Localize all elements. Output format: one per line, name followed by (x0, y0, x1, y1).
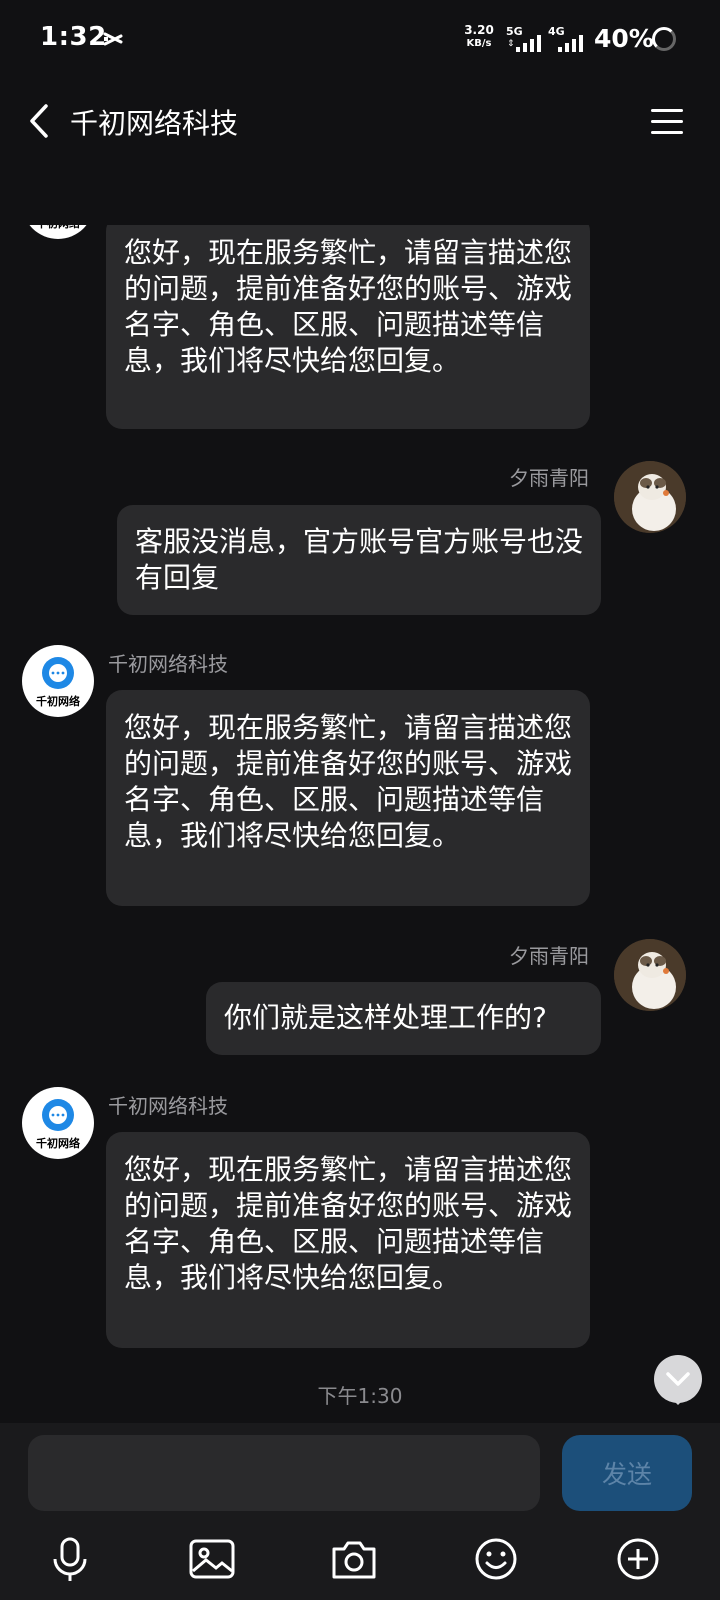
user-message-bubble[interactable]: 客服没消息，官方账号官方账号也没有回复 (117, 505, 601, 615)
cat-photo-avatar-icon (614, 939, 686, 1011)
image-icon[interactable] (184, 1533, 240, 1585)
scroll-button-tail (670, 1397, 686, 1405)
logo-text: 千初网络 (36, 1136, 80, 1150)
send-button[interactable]: 发送 (562, 1435, 692, 1511)
message-input[interactable] (28, 1435, 540, 1511)
network-speed-value: 3.20 (464, 23, 494, 37)
company-logo-icon: 千初网络 (36, 657, 80, 708)
user-sender-name: 夕雨青阳 (509, 466, 589, 490)
battery-icon (652, 27, 676, 51)
company-logo-icon: 千初网络 (36, 1099, 80, 1150)
status-bar: 1:32 3.20 KB/s 5G ⇕ 4G 40% (0, 0, 720, 78)
microphone-icon[interactable] (42, 1533, 98, 1585)
chat-header: 千初网络科技 (0, 80, 720, 162)
chevron-left-icon[interactable] (22, 98, 62, 144)
cat-photo-avatar-icon (614, 461, 686, 533)
data-arrows-icon: ⇕ (507, 39, 515, 49)
emoji-icon[interactable] (468, 1533, 524, 1585)
plus-circle-icon[interactable] (610, 1533, 666, 1585)
agent-sender-name: 千初网络科技 (108, 652, 228, 676)
status-time: 1:32 (40, 22, 107, 52)
capcut-notification-icon (103, 32, 123, 46)
network-speed: 3.20 KB/s (462, 24, 496, 50)
chat-title: 千初网络科技 (70, 107, 239, 140)
hamburger-menu-icon[interactable] (648, 104, 686, 138)
message-list[interactable]: 千初网络 您好，现在服务繁忙，请留言描述您的问题，提前准备好您的账号、游戏名字、… (0, 225, 720, 1410)
agent-avatar[interactable]: 千初网络 (22, 645, 94, 717)
battery-percent: 40% (594, 24, 654, 53)
user-sender-name: 夕雨青阳 (509, 944, 589, 968)
company-logo-icon: 千初网络 (36, 225, 80, 230)
network-speed-unit: KB/s (466, 38, 492, 49)
user-avatar[interactable] (614, 939, 686, 1011)
agent-message-bubble[interactable]: 您好，现在服务繁忙，请留言描述您的问题，提前准备好您的账号、游戏名字、角色、区服… (106, 225, 590, 429)
agent-avatar[interactable]: 千初网络 (22, 225, 94, 239)
chevron-down-icon (666, 1372, 690, 1386)
agent-message-bubble[interactable]: 您好，现在服务繁忙，请留言描述您的问题，提前准备好您的账号、游戏名字、角色、区服… (106, 1132, 590, 1348)
scroll-to-bottom-button[interactable] (654, 1355, 702, 1403)
input-bar: 发送 (0, 1423, 720, 1600)
agent-message-bubble[interactable]: 您好，现在服务繁忙，请留言描述您的问题，提前准备好您的账号、游戏名字、角色、区服… (106, 690, 590, 906)
message-timestamp: 下午1:30 (317, 1384, 403, 1408)
agent-avatar[interactable]: 千初网络 (22, 1087, 94, 1159)
camera-icon[interactable] (326, 1533, 382, 1585)
logo-text: 千初网络 (36, 225, 80, 230)
agent-sender-name: 千初网络科技 (108, 1094, 228, 1118)
user-avatar[interactable] (614, 461, 686, 533)
logo-text: 千初网络 (36, 694, 80, 708)
user-message-bubble[interactable]: 你们就是这样处理工作的? (206, 982, 601, 1055)
